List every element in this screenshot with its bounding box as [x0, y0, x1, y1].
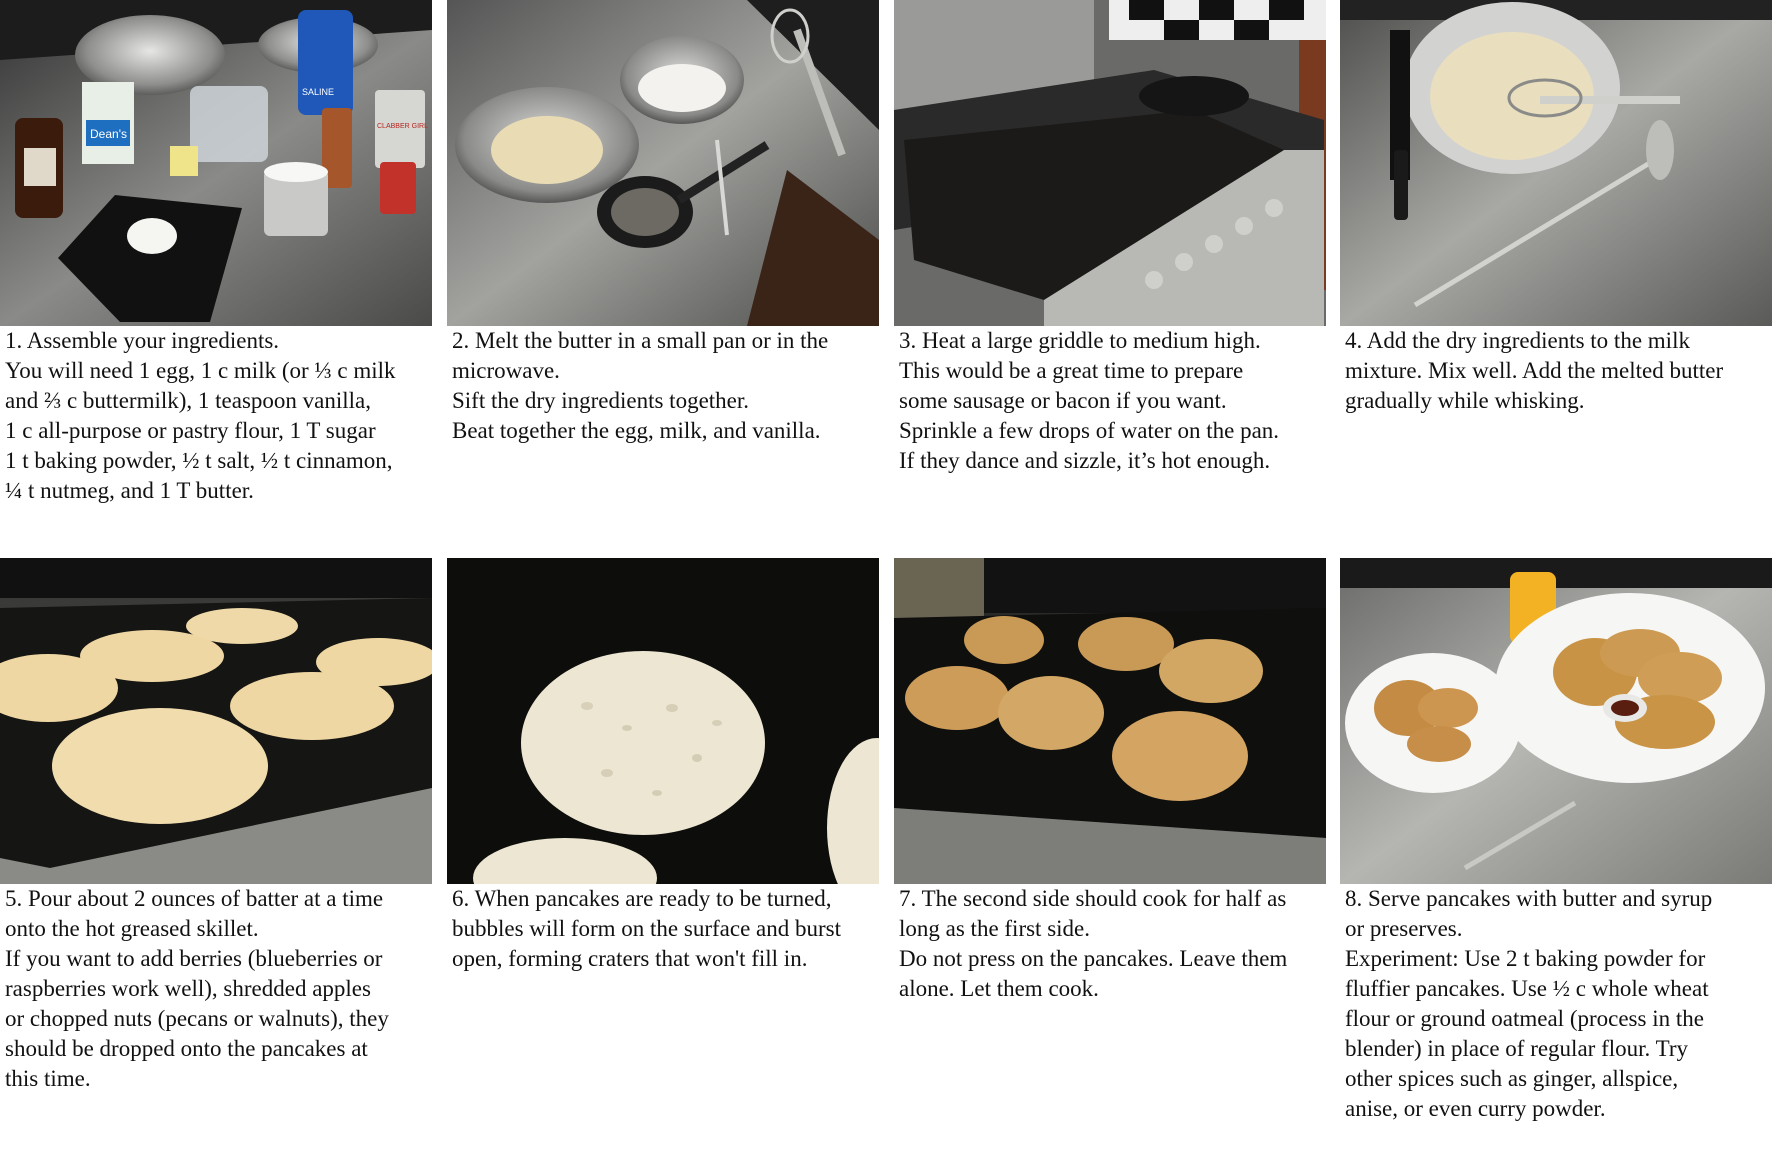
step-3-caption: 3. Heat a large griddle to medium high. T… — [894, 326, 1326, 476]
recipe-step-6: 6. When pancakes are ready to be turned,… — [447, 558, 879, 974]
step-2-caption: 2. Melt the butter in a small pan or in … — [447, 326, 879, 446]
caption-line: flour or ground oatmeal (process in the — [1345, 1006, 1704, 1031]
recipe-step-8: 8. Serve pancakes with butter and syrup o… — [1340, 558, 1772, 1124]
pour-batter-photo — [0, 558, 432, 884]
clabber-label: CLABBER GIRL — [377, 123, 428, 130]
caption-line: Do not press on the pancakes. Leave them — [899, 946, 1288, 971]
caption-line: 4. Add the dry ingredients to the milk — [1345, 328, 1690, 353]
recipe-step-2: 2. Melt the butter in a small pan or in … — [447, 0, 879, 446]
caption-line: should be dropped onto the pancakes at — [5, 1036, 368, 1061]
caption-line: Beat together the egg, milk, and vanilla… — [452, 418, 821, 443]
step-6-caption: 6. When pancakes are ready to be turned,… — [447, 884, 879, 974]
step-1-caption: 1. Assemble your ingredients. You will ne… — [0, 326, 432, 506]
step-4-caption: 4. Add the dry ingredients to the milk mi… — [1340, 326, 1772, 416]
caption-line: 5. Pour about 2 ounces of batter at a ti… — [5, 886, 384, 911]
caption-line: If you want to add berries (blueberries … — [5, 946, 383, 971]
caption-line: long as the first side. — [899, 916, 1090, 941]
mixing-photo — [1340, 0, 1772, 326]
caption-line: You will need 1 egg, 1 c milk (or ⅓ c mi… — [5, 358, 396, 383]
caption-line: 1 c all-purpose or pastry flour, 1 T sug… — [5, 418, 376, 443]
caption-line: 1 t baking powder, ½ t salt, ½ t cinnamo… — [5, 448, 393, 473]
caption-line: 1. Assemble your ingredients. — [5, 328, 280, 353]
caption-line: 3. Heat a large griddle to medium high. — [899, 328, 1261, 353]
caption-line: 8. Serve pancakes with butter and syrup — [1345, 886, 1713, 911]
caption-line: other spices such as ginger, allspice, — [1345, 1066, 1679, 1091]
caption-line: fluffier pancakes. Use ½ c whole wheat — [1345, 976, 1709, 1001]
flipped-pancakes-photo — [894, 558, 1326, 884]
caption-line: Sprinkle a few drops of water on the pan… — [899, 418, 1280, 443]
caption-line: anise, or even curry powder. — [1345, 1096, 1606, 1121]
caption-line: bubbles will form on the surface and bur… — [452, 916, 841, 941]
caption-line: Sift the dry ingredients together. — [452, 388, 750, 413]
caption-line: this time. — [5, 1066, 91, 1091]
caption-line: mixture. Mix well. Add the melted butter — [1345, 358, 1724, 383]
step-8-caption: 8. Serve pancakes with butter and syrup o… — [1340, 884, 1772, 1124]
caption-line: 7. The second side should cook for half … — [899, 886, 1287, 911]
caption-line: alone. Let them cook. — [899, 976, 1099, 1001]
caption-line: gradually while whisking. — [1345, 388, 1585, 413]
caption-line: ¼ t nutmeg, and 1 T butter. — [5, 478, 254, 503]
caption-line: This would be a great time to prepare — [899, 358, 1244, 383]
griddle-photo — [894, 0, 1326, 326]
caption-line: open, forming craters that won't fill in… — [452, 946, 808, 971]
recipe-step-7: 7. The second side should cook for half … — [894, 558, 1326, 1004]
ingredients-photo: Dean's SALINE CLABBER GIRL — [0, 0, 432, 326]
caption-line: blender) in place of regular flour. Try — [1345, 1036, 1688, 1061]
recipe-step-4: 4. Add the dry ingredients to the milk mi… — [1340, 0, 1772, 416]
caption-line: Experiment: Use 2 t baking powder for — [1345, 946, 1706, 971]
caption-line: microwave. — [452, 358, 560, 383]
step-7-caption: 7. The second side should cook for half … — [894, 884, 1326, 1004]
deans-label: Dean's — [90, 127, 127, 141]
caption-line: some sausage or bacon if you want. — [899, 388, 1227, 413]
salt-label: SALINE — [302, 87, 334, 97]
caption-line: onto the hot greased skillet. — [5, 916, 259, 941]
recipe-step-1: Dean's SALINE CLABBER GIRL 1. Assemble y… — [0, 0, 432, 506]
caption-line: or preserves. — [1345, 916, 1463, 941]
bubbles-photo — [447, 558, 879, 884]
caption-line: 2. Melt the butter in a small pan or in … — [452, 328, 829, 353]
step-5-caption: 5. Pour about 2 ounces of batter at a ti… — [0, 884, 432, 1094]
recipe-step-3: 3. Heat a large griddle to medium high. T… — [894, 0, 1326, 476]
serve-photo — [1340, 558, 1772, 884]
caption-line: raspberries work well), shredded apples — [5, 976, 371, 1001]
caption-line: 6. When pancakes are ready to be turned, — [452, 886, 832, 911]
recipe-step-5: 5. Pour about 2 ounces of batter at a ti… — [0, 558, 432, 1094]
caption-line: If they dance and sizzle, it’s hot enoug… — [899, 448, 1271, 473]
caption-line: or chopped nuts (pecans or walnuts), the… — [5, 1006, 389, 1031]
caption-line: and ⅔ c buttermilk), 1 teaspoon vanilla, — [5, 388, 371, 413]
melt-butter-photo — [447, 0, 879, 326]
